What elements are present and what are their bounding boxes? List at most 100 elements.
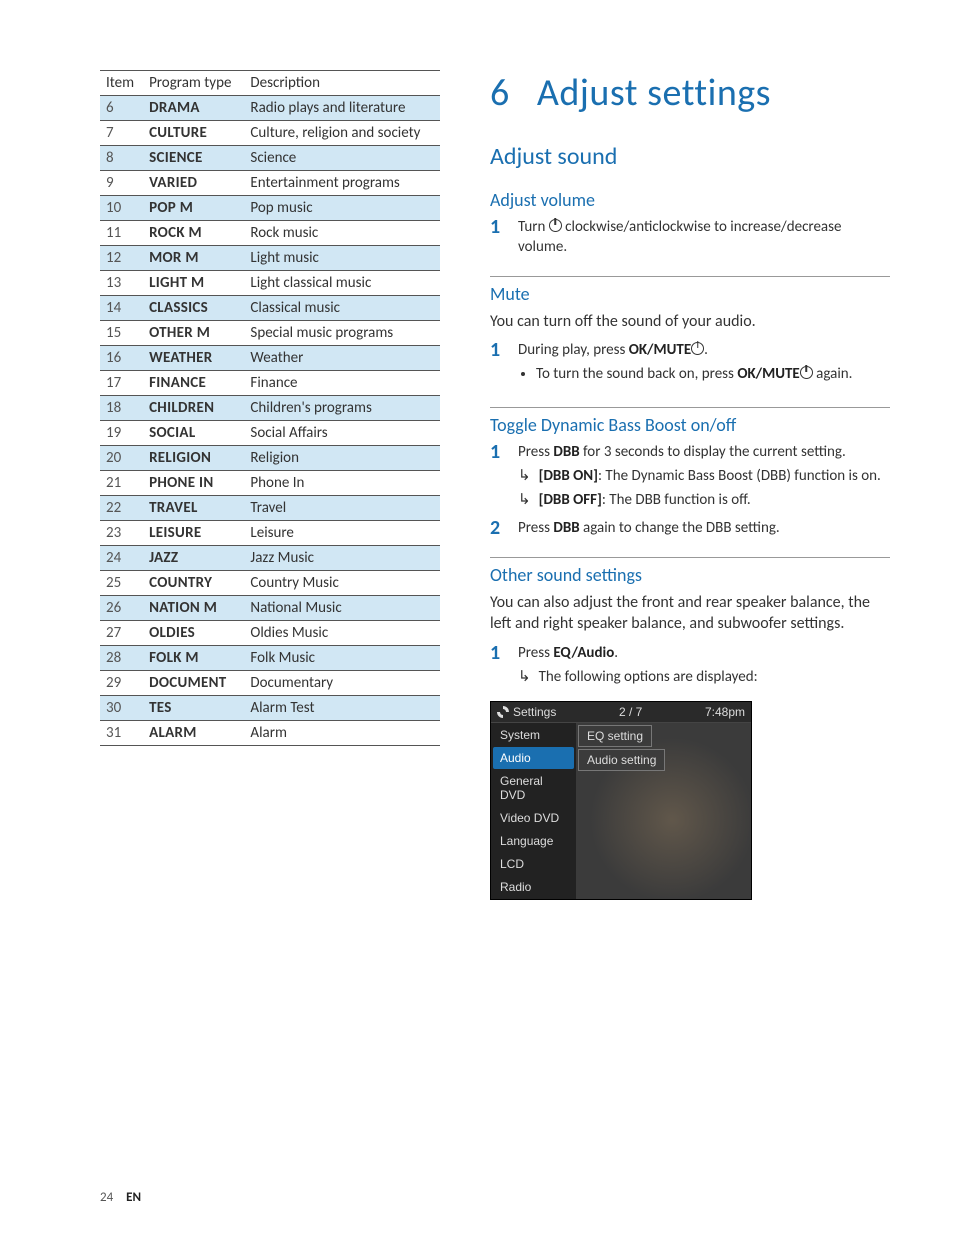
mute-bullet: To turn the sound back on, press OK/MUTE…: [536, 364, 890, 384]
cell-programtype: LEISURE: [143, 521, 244, 546]
cell-item: 7: [100, 121, 143, 146]
cell-item: 6: [100, 96, 143, 121]
cell-description: Travel: [244, 496, 440, 521]
sub-adjust-volume: Adjust volume: [490, 189, 890, 211]
table-row: 17FINANCEFinance: [100, 371, 440, 396]
section-adjust-sound: Adjust sound: [490, 138, 890, 171]
table-row: 19SOCIALSocial Affairs: [100, 421, 440, 446]
cell-item: 8: [100, 146, 143, 171]
step-number: 1: [490, 643, 508, 692]
cell-programtype: TES: [143, 696, 244, 721]
cell-description: Culture, religion and society: [244, 121, 440, 146]
cell-programtype: CHILDREN: [143, 396, 244, 421]
table-row: 28FOLK MFolk Music: [100, 646, 440, 671]
cell-item: 24: [100, 546, 143, 571]
cell-description: Science: [244, 146, 440, 171]
power-icon: [691, 342, 704, 355]
cell-description: Alarm: [244, 721, 440, 746]
table-row: 10POP MPop music: [100, 196, 440, 221]
cell-programtype: ALARM: [143, 721, 244, 746]
cell-item: 22: [100, 496, 143, 521]
cell-item: 19: [100, 421, 143, 446]
cell-programtype: NATION M: [143, 596, 244, 621]
chapter-title: Adjust settings: [537, 70, 771, 116]
table-row: 26NATION MNational Music: [100, 596, 440, 621]
menu-side-item: Language: [493, 830, 574, 852]
table-row: 15OTHER MSpecial music programs: [100, 321, 440, 346]
menu-time: 7:48pm: [705, 705, 745, 719]
menu-side-item: System: [493, 724, 574, 746]
cell-description: National Music: [244, 596, 440, 621]
menu-option: EQ setting: [578, 725, 652, 747]
gear-icon: [497, 706, 509, 718]
text: clockwise/anticlockwise to increase/decr…: [518, 218, 841, 256]
volume-step1: 1 Turn clockwise/anticlockwise to increa…: [490, 217, 890, 258]
eq-audio-label: EQ/Audio: [553, 644, 614, 662]
menu-title: Settings: [513, 705, 556, 719]
chapter-heading: 6 Adjust settings: [490, 70, 890, 116]
cell-programtype: SOCIAL: [143, 421, 244, 446]
th-programtype: Program type: [143, 71, 244, 96]
ok-mute-label: OK/MUTE: [629, 341, 691, 359]
cell-item: 26: [100, 596, 143, 621]
cell-description: Pop music: [244, 196, 440, 221]
cell-item: 18: [100, 396, 143, 421]
dbb-step2: 2 Press DBB again to change the DBB sett…: [490, 518, 890, 538]
table-row: 27OLDIESOldies Music: [100, 621, 440, 646]
cell-programtype: ROCK M: [143, 221, 244, 246]
cell-item: 10: [100, 196, 143, 221]
cell-programtype: MOR M: [143, 246, 244, 271]
other-step1: 1 Press EQ/Audio. ↳ The following option…: [490, 643, 890, 692]
mute-intro: You can turn off the sound of your audio…: [490, 311, 890, 333]
table-row: 31ALARMAlarm: [100, 721, 440, 746]
cell-item: 21: [100, 471, 143, 496]
cell-programtype: RELIGION: [143, 446, 244, 471]
cell-description: Folk Music: [244, 646, 440, 671]
cell-description: Documentary: [244, 671, 440, 696]
cell-programtype: PHONE IN: [143, 471, 244, 496]
program-type-table: Item Program type Description 6DRAMARadi…: [100, 70, 440, 746]
cell-programtype: VARIED: [143, 171, 244, 196]
table-row: 23LEISURELeisure: [100, 521, 440, 546]
cell-programtype: COUNTRY: [143, 571, 244, 596]
cell-programtype: DOCUMENT: [143, 671, 244, 696]
table-row: 21PHONE INPhone In: [100, 471, 440, 496]
sub-dbb: Toggle Dynamic Bass Boost on/off: [490, 407, 890, 436]
cell-description: Jazz Music: [244, 546, 440, 571]
dbb-label: DBB: [553, 443, 579, 461]
dbb-on-label: [DBB ON]: [539, 467, 598, 485]
cell-item: 31: [100, 721, 143, 746]
cell-description: Radio plays and literature: [244, 96, 440, 121]
table-row: 14CLASSICSClassical music: [100, 296, 440, 321]
cell-programtype: LIGHT M: [143, 271, 244, 296]
cell-description: Country Music: [244, 571, 440, 596]
cell-description: Leisure: [244, 521, 440, 546]
cell-programtype: DRAMA: [143, 96, 244, 121]
menu-side-item: LCD: [493, 853, 574, 875]
table-row: 29DOCUMENTDocumentary: [100, 671, 440, 696]
result-arrow-icon: ↳: [518, 490, 531, 510]
table-row: 18CHILDRENChildren's programs: [100, 396, 440, 421]
table-row: 6DRAMARadio plays and literature: [100, 96, 440, 121]
power-icon: [549, 219, 562, 232]
page-number: 24: [100, 1190, 113, 1205]
cell-description: Finance: [244, 371, 440, 396]
cell-item: 9: [100, 171, 143, 196]
cell-programtype: FINANCE: [143, 371, 244, 396]
menu-side-item: Video DVD: [493, 807, 574, 829]
cell-programtype: JAZZ: [143, 546, 244, 571]
menu-side-item: General DVD: [493, 770, 574, 806]
cell-description: Entertainment programs: [244, 171, 440, 196]
table-row: 22TRAVELTravel: [100, 496, 440, 521]
cell-description: Weather: [244, 346, 440, 371]
ok-mute-label: OK/MUTE: [737, 365, 799, 383]
table-row: 30TESAlarm Test: [100, 696, 440, 721]
cell-programtype: CLASSICS: [143, 296, 244, 321]
dbb-step1: 1 Press DBB for 3 seconds to display the…: [490, 442, 890, 515]
cell-programtype: FOLK M: [143, 646, 244, 671]
cell-item: 16: [100, 346, 143, 371]
cell-description: Alarm Test: [244, 696, 440, 721]
mute-step1: 1 During play, press OK/MUTE. To turn th…: [490, 340, 890, 389]
menu-option: Audio setting: [578, 749, 665, 771]
result-arrow-icon: ↳: [518, 466, 531, 486]
